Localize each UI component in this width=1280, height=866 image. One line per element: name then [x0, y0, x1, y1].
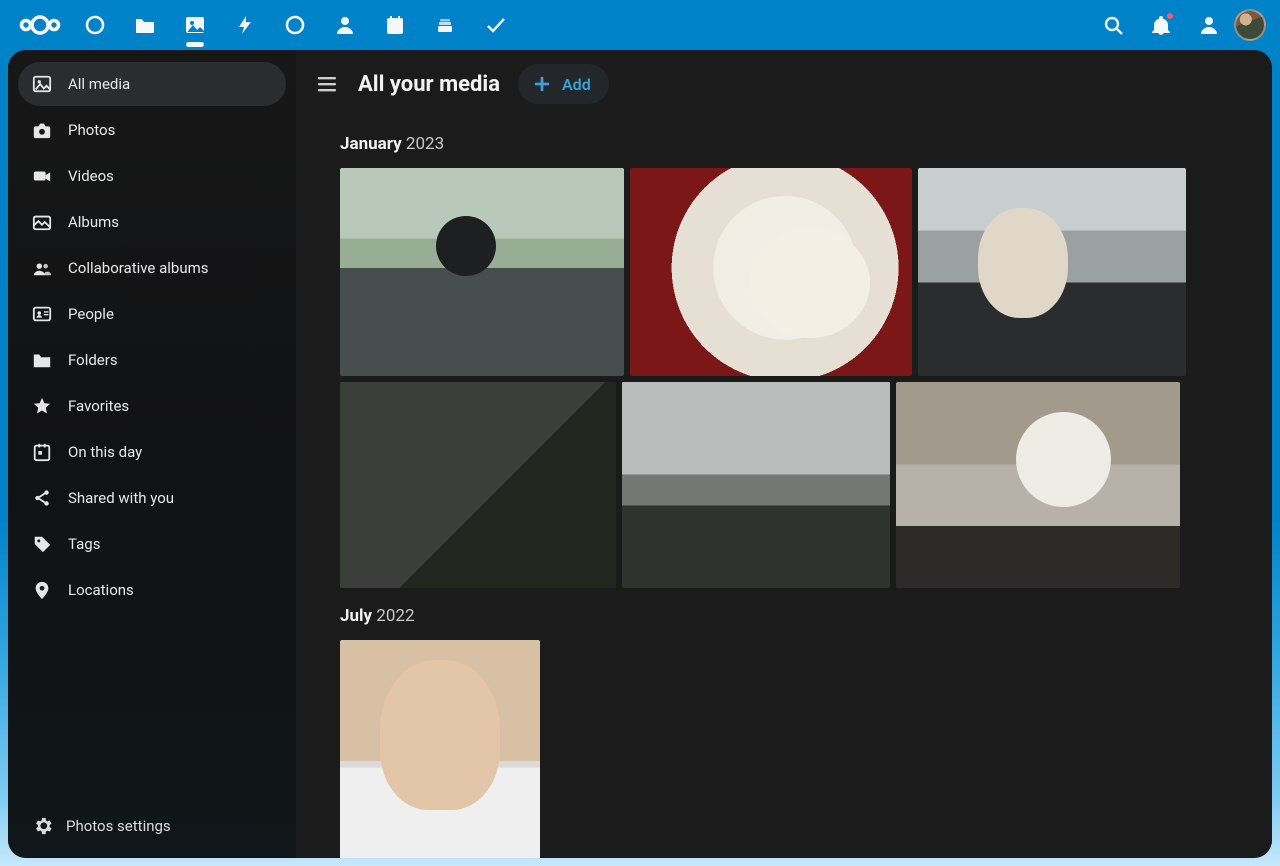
albums-icon	[32, 212, 52, 232]
deck-icon	[434, 14, 456, 36]
tags-icon	[32, 534, 52, 554]
sidebar-item-photos[interactable]: Photos	[18, 108, 286, 152]
sidebar-item-label: Photos	[68, 121, 115, 139]
workspace: All media Photos Videos Albums Collabora…	[8, 50, 1272, 858]
sidebar-item-all-media[interactable]: All media	[18, 62, 286, 106]
contacts-menu-icon	[1198, 14, 1220, 36]
app-talk[interactable]	[284, 14, 306, 36]
sidebar-item-collab[interactable]: Collaborative albums	[18, 246, 286, 290]
page-title: All your media	[358, 72, 500, 97]
search-icon	[1102, 14, 1124, 36]
gear-icon	[32, 816, 52, 836]
top-bar	[0, 0, 1280, 50]
tasks-icon	[484, 14, 506, 36]
tray-search[interactable]	[1102, 14, 1124, 36]
add-button[interactable]: Add	[518, 64, 609, 104]
header-tray	[1102, 14, 1220, 36]
sidebar-item-albums[interactable]: Albums	[18, 200, 286, 244]
sidebar-item-label: All media	[68, 75, 130, 93]
shared-icon	[32, 488, 52, 508]
content-pane: All your media Add January 2023 July 2022	[296, 50, 1272, 858]
sidebar-item-label: Collaborative albums	[68, 259, 209, 277]
media-scroll[interactable]: January 2023 July 2022	[296, 110, 1272, 858]
media-thumb[interactable]	[340, 382, 616, 588]
section-month: July	[340, 606, 372, 626]
photos-settings-label: Photos settings	[66, 817, 171, 835]
section-header: July 2022	[340, 606, 1250, 626]
sidebar-item-label: Videos	[68, 167, 114, 185]
people-icon	[32, 304, 52, 324]
dashboard-icon	[84, 14, 106, 36]
photos-icon	[184, 14, 206, 36]
videos-icon	[32, 166, 52, 186]
media-thumb[interactable]	[896, 382, 1180, 588]
sidebar-item-tags[interactable]: Tags	[18, 522, 286, 566]
app-activity[interactable]	[234, 14, 256, 36]
tray-notifications[interactable]	[1150, 14, 1172, 36]
app-deck[interactable]	[434, 14, 456, 36]
media-thumb[interactable]	[630, 168, 912, 376]
sidebar-item-locations[interactable]: Locations	[18, 568, 286, 612]
files-icon	[134, 14, 156, 36]
photos-settings-button[interactable]: Photos settings	[18, 806, 286, 846]
folders-icon	[32, 350, 52, 370]
user-avatar[interactable]	[1234, 9, 1266, 41]
media-grid	[340, 168, 1250, 588]
plus-icon	[532, 74, 552, 94]
onthisday-icon	[32, 442, 52, 462]
sidebar-item-label: Locations	[68, 581, 134, 599]
sidebar-item-folders[interactable]: Folders	[18, 338, 286, 382]
activity-icon	[234, 14, 256, 36]
sidebar-item-label: Favorites	[68, 397, 129, 415]
nextcloud-logo[interactable]	[14, 13, 66, 37]
calendar-icon	[384, 14, 406, 36]
photos-icon	[32, 120, 52, 140]
section-month: January	[340, 134, 402, 154]
collab-icon	[32, 258, 52, 278]
sidebar-item-label: Shared with you	[68, 489, 174, 507]
media-thumb[interactable]	[918, 168, 1186, 376]
sidebar-item-shared[interactable]: Shared with you	[18, 476, 286, 520]
app-dashboard[interactable]	[84, 14, 106, 36]
media-thumb[interactable]	[340, 168, 624, 376]
app-files[interactable]	[134, 14, 156, 36]
locations-icon	[32, 580, 52, 600]
app-tasks[interactable]	[484, 14, 506, 36]
all-media-icon	[32, 74, 52, 94]
sidebar: All media Photos Videos Albums Collabora…	[8, 50, 296, 858]
app-photos[interactable]	[184, 14, 206, 36]
sidebar-item-favorites[interactable]: Favorites	[18, 384, 286, 428]
notification-dot	[1166, 12, 1174, 20]
media-thumb[interactable]	[622, 382, 890, 588]
tray-contacts-menu[interactable]	[1198, 14, 1220, 36]
hamburger-icon	[316, 73, 338, 95]
media-grid	[340, 640, 1250, 858]
app-contacts[interactable]	[334, 14, 356, 36]
media-thumb[interactable]	[340, 640, 540, 858]
add-button-label: Add	[562, 75, 591, 94]
sidebar-item-label: Tags	[68, 535, 100, 553]
sidebar-item-people[interactable]: People	[18, 292, 286, 336]
section-header: January 2023	[340, 134, 1250, 154]
sidebar-item-label: On this day	[68, 443, 142, 461]
sidebar-item-label: Folders	[68, 351, 118, 369]
talk-icon	[284, 14, 306, 36]
sidebar-item-onthisday[interactable]: On this day	[18, 430, 286, 474]
sidebar-item-label: Albums	[68, 213, 119, 231]
toggle-sidebar-button[interactable]	[314, 71, 340, 97]
sidebar-item-videos[interactable]: Videos	[18, 154, 286, 198]
app-nav	[84, 14, 506, 36]
content-header: All your media Add	[296, 50, 1272, 110]
sidebar-item-label: People	[68, 305, 114, 323]
section-year: 2022	[376, 606, 414, 626]
favorites-icon	[32, 396, 52, 416]
section-year: 2023	[406, 134, 444, 154]
contacts-icon	[334, 14, 356, 36]
app-calendar[interactable]	[384, 14, 406, 36]
